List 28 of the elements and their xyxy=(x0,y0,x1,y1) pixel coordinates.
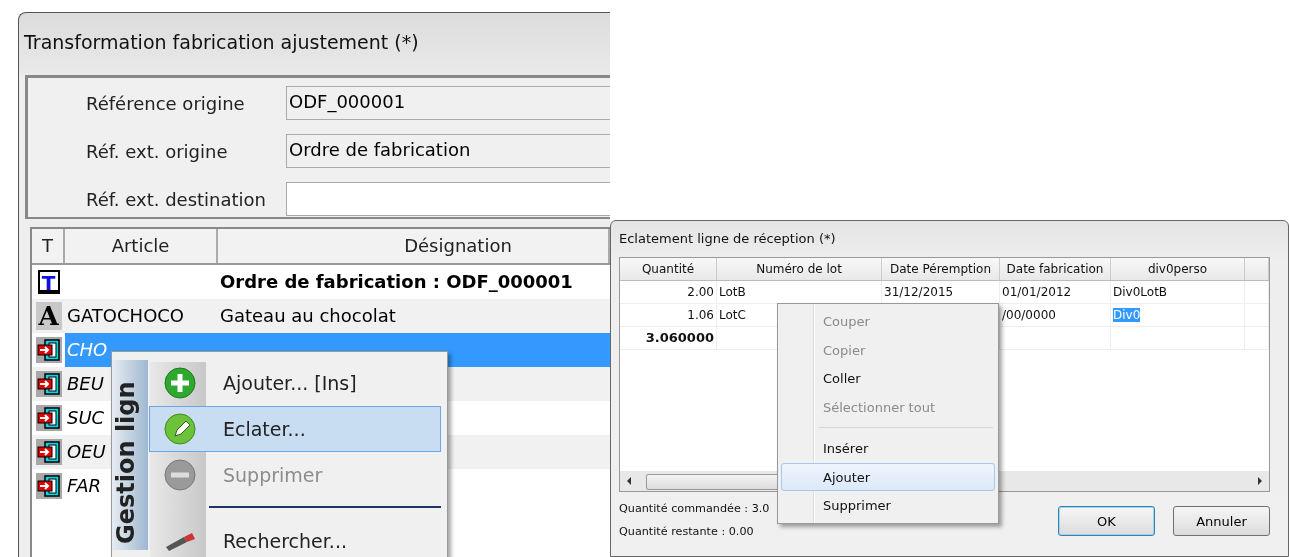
table-cell: 1.06 xyxy=(687,308,714,322)
designation-text: Ordre de fabrication : ODF_000001 xyxy=(220,271,573,292)
table-cell: /00/0000 xyxy=(1002,308,1056,322)
window-title: Transformation fabrication ajustement (*) xyxy=(23,30,420,55)
article-code: BEU xyxy=(67,373,104,394)
table-cell: Div0LotB xyxy=(1113,285,1168,299)
remaining-quantity: Quantité restante : 0.00 xyxy=(619,525,755,538)
article-code: OEU xyxy=(67,441,106,462)
menu-side-label: Gestion lign xyxy=(112,360,148,550)
table-cell: LotB xyxy=(719,285,746,299)
ordered-quantity: Quantité commandée : 3.0 xyxy=(619,502,770,515)
article-code: CHO xyxy=(67,338,108,362)
article-code: FAR xyxy=(67,475,102,496)
table-cell: 01/01/2012 xyxy=(1002,285,1072,299)
table-cell: 3.060000 xyxy=(645,330,714,345)
article-code: GATOCHOCO xyxy=(67,305,185,326)
table-cell: LotC xyxy=(719,308,746,322)
designation-text: Gateau au chocolat xyxy=(220,305,396,326)
article-type-icon: A xyxy=(35,302,62,330)
field-label: Réf. ext. destination xyxy=(86,188,267,210)
table-cell: 31/12/2015 xyxy=(884,285,954,299)
dialog-title: Eclatement ligne de réception (*) xyxy=(618,230,837,248)
field-label: Référence origine xyxy=(86,92,246,114)
field-label: Réf. ext. origine xyxy=(86,140,229,162)
table-cell: Div0 xyxy=(1113,308,1141,322)
title-type-icon: T xyxy=(37,270,60,294)
article-code: SUC xyxy=(67,407,105,428)
table-cell: 2.00 xyxy=(687,285,714,299)
